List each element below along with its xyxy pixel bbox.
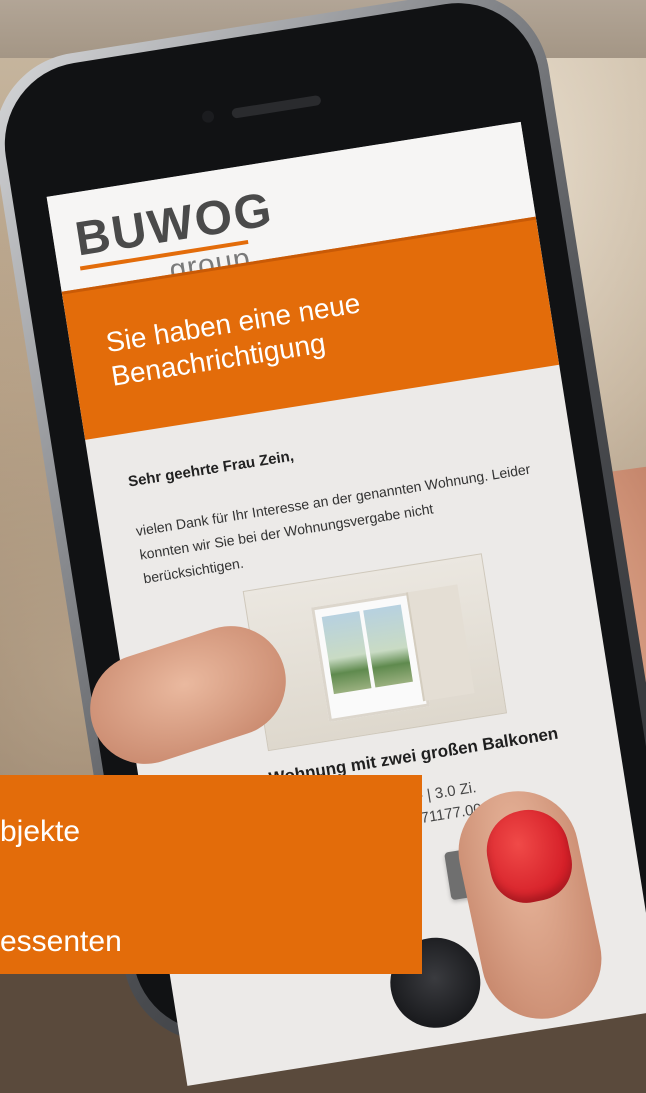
window-pane-left [321,611,372,695]
email-greeting: Sehr geehrte Frau Zein, [126,447,296,491]
window-pane-right [363,604,413,688]
apartment-photo [242,553,508,752]
speaker-grille [231,94,322,119]
front-camera-icon [201,109,215,124]
caption-box: bjekte essenten [0,775,422,974]
caption-line-1: bjekte [0,815,81,848]
caption-line-2: essenten [0,925,122,958]
